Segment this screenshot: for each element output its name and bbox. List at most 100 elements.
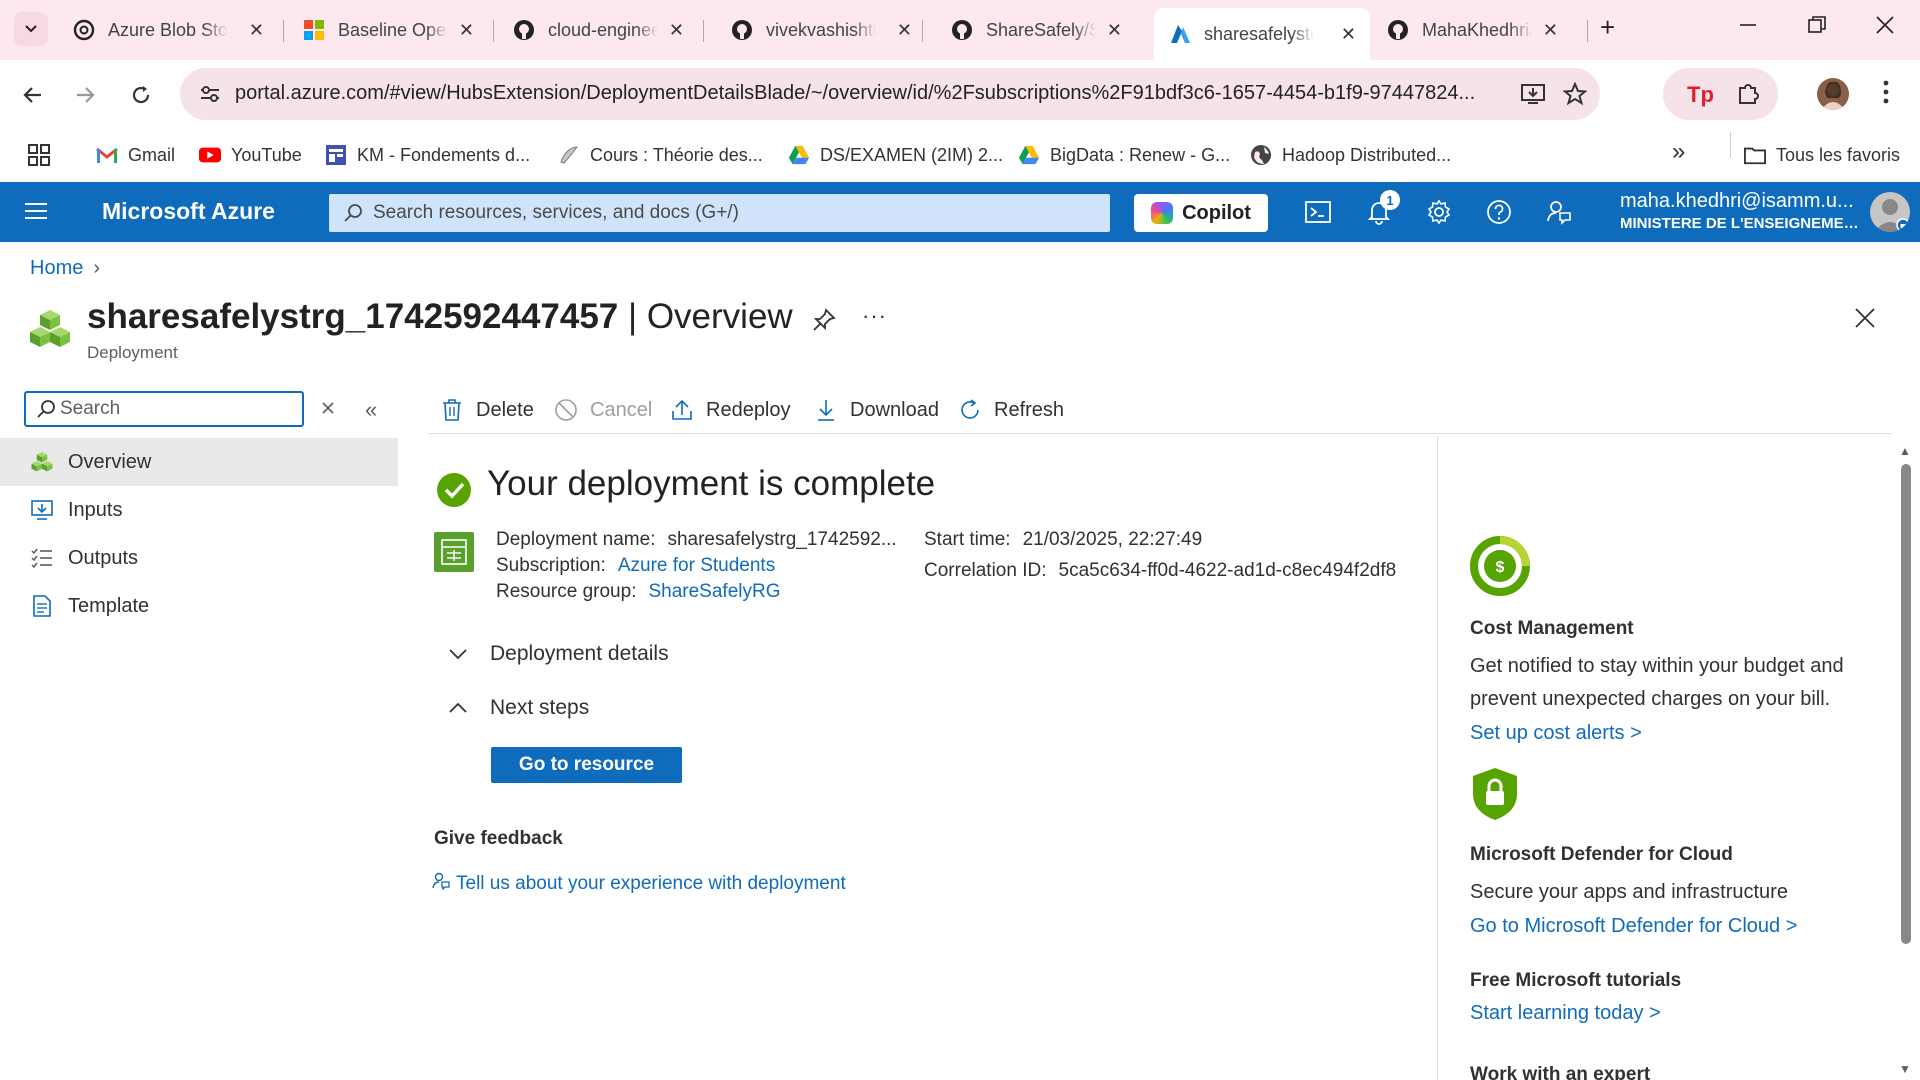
bookmark-bigdata[interactable]: BigData : Renew - G... [1018,144,1230,166]
restore-icon[interactable] [1806,14,1828,42]
help-icon[interactable] [1484,197,1514,227]
puzzle-extensions-icon[interactable] [1735,80,1761,111]
deployment-details-toggle[interactable]: Deployment details [448,642,669,666]
tp-extension-icon[interactable]: Tp [1685,80,1714,113]
rail-scrollbar[interactable]: ▲ ▼ [1896,440,1914,1080]
cost-management-title: Cost Management [1470,618,1634,639]
resource-group-link[interactable]: ShareSafelyRG [648,581,780,602]
cancel-button[interactable]: Cancel [554,392,652,428]
close-blade-icon[interactable] [1854,307,1876,334]
global-search-input[interactable] [373,194,1093,232]
close-icon[interactable]: ✕ [459,20,474,41]
bookmarks-bar: Gmail YouTube KM - Fondements d... Cours… [0,132,1920,182]
go-to-resource-button[interactable]: Go to resource [491,747,682,783]
tab-search-button[interactable] [14,12,48,46]
scroll-down-arrow-icon[interactable]: ▼ [1899,1062,1911,1076]
back-arrow-icon[interactable] [18,80,48,110]
bookmark-gmail[interactable]: Gmail [96,144,175,166]
openai-icon [72,18,96,42]
install-app-icon[interactable] [1520,82,1546,111]
close-icon[interactable]: ✕ [1543,20,1558,41]
subscription-link[interactable]: Azure for Students [618,555,775,576]
settings-gear-icon[interactable] [1424,197,1454,227]
pin-icon[interactable] [812,308,836,337]
more-bookmarks-button[interactable]: » [1672,138,1685,166]
close-icon[interactable]: ✕ [897,20,912,41]
apps-grid-icon[interactable] [28,144,50,166]
scrollbar-thumb[interactable] [1901,464,1911,944]
address-bar[interactable]: portal.azure.com/#view/HubsExtension/Dep… [180,68,1600,120]
azure-brand[interactable]: Microsoft Azure [102,198,275,225]
chevron-right-icon: › [93,257,101,279]
list-check-icon [30,546,54,570]
tab-title: MahaKhedhri/ [1422,19,1532,40]
redeploy-button[interactable]: Redeploy [670,392,791,428]
cloud-shell-icon[interactable] [1303,197,1333,227]
copilot-button[interactable]: Copilot [1134,194,1268,232]
account-info[interactable]: maha.khedhri@isamm.u... MINISTERE DE L'E… [1620,190,1860,232]
close-icon[interactable]: ✕ [1107,20,1122,41]
more-options-button[interactable]: ··· [862,303,887,329]
defender-title: Microsoft Defender for Cloud [1470,844,1733,865]
close-icon[interactable]: ✕ [669,20,684,41]
hamburger-menu-icon[interactable] [24,200,48,227]
search-icon [343,203,363,228]
new-tab-button[interactable]: + [1600,12,1615,43]
menu-item-inputs[interactable]: Inputs [0,486,398,534]
browser-tab-active[interactable]: sharesafelystrg ✕ [1154,8,1370,60]
bookmark-hadoop[interactable]: Hadoop Distributed... [1250,144,1451,166]
global-search-box[interactable] [329,194,1110,232]
azure-top-bar: Microsoft Azure Copilot 1 maha.khedhri@i… [0,182,1920,242]
deployment-table-icon [434,532,474,572]
close-icon[interactable]: ✕ [1341,24,1356,45]
feedback-link[interactable]: Tell us about your experience with deplo… [432,872,846,896]
browser-tab[interactable]: vivekvashisht0 ✕ [716,10,926,50]
chevron-down-icon [25,25,37,33]
url-text[interactable]: portal.azure.com/#view/HubsExtension/Dep… [235,82,1535,105]
menu-item-template[interactable]: Template [0,582,398,630]
menu-item-outputs[interactable]: Outputs [0,534,398,582]
reload-icon[interactable] [126,80,156,110]
download-button[interactable]: Download [814,392,939,428]
scroll-up-arrow-icon[interactable]: ▲ [1899,444,1911,458]
delete-button[interactable]: Delete [440,392,534,428]
menu-search-input[interactable] [60,393,290,425]
bookmark-km[interactable]: KM - Fondements d... [325,144,530,166]
browser-tab[interactable]: Baseline Operations ✕ [288,10,488,50]
profile-avatar[interactable] [1817,78,1849,110]
site-settings-icon[interactable] [198,82,222,111]
tab-title: Azure Blob Storage [108,19,228,40]
bookmark-star-icon[interactable] [1562,81,1588,111]
collapse-menu-button[interactable]: « [365,397,377,423]
browser-tab[interactable]: ShareSafely/ShareSafely ✕ [936,10,1136,50]
deployment-name-row: Deployment name: sharesafelystrg_1742592.… [496,529,897,550]
tab-title: ShareSafely/ShareSafely [986,19,1096,40]
defender-link[interactable]: Go to Microsoft Defender for Cloud > [1470,915,1880,938]
inputs-icon [30,498,54,522]
course-icon [558,144,580,166]
next-steps-toggle[interactable]: Next steps [448,696,589,720]
clear-search-icon[interactable] [320,399,336,422]
subscription-row: Subscription: Azure for Students [496,555,776,576]
close-window-icon[interactable] [1874,14,1896,42]
close-icon[interactable]: ✕ [249,20,264,41]
browser-tab[interactable]: Azure Blob Storage ✕ [58,10,278,50]
menu-search-box[interactable] [24,391,304,427]
bookmark-cours[interactable]: Cours : Théorie des... [558,144,763,166]
bookmark-ds-examen[interactable]: DS/EXAMEN (2IM) 2... [788,144,1003,166]
menu-item-overview[interactable]: Overview [0,438,398,486]
start-learning-link[interactable]: Start learning today > [1470,1002,1681,1025]
browser-tab[interactable]: cloud-engineering ✕ [498,10,698,50]
breadcrumb-home-link[interactable]: Home [30,257,83,280]
minimize-icon[interactable] [1737,14,1759,42]
feedback-icon[interactable] [1544,197,1574,227]
bookmark-youtube[interactable]: YouTube [199,144,302,166]
cost-alerts-link[interactable]: Set up cost alerts > [1470,722,1880,745]
forward-arrow-icon[interactable] [70,80,100,110]
all-bookmarks-folder[interactable]: Tous les favoris [1744,144,1900,166]
browser-tab[interactable]: MahaKhedhri/ ✕ [1372,10,1572,50]
user-avatar[interactable] [1870,192,1910,232]
browser-menu-icon[interactable] [1874,78,1898,111]
tab-divider [283,20,284,42]
refresh-button[interactable]: Refresh [958,392,1064,428]
